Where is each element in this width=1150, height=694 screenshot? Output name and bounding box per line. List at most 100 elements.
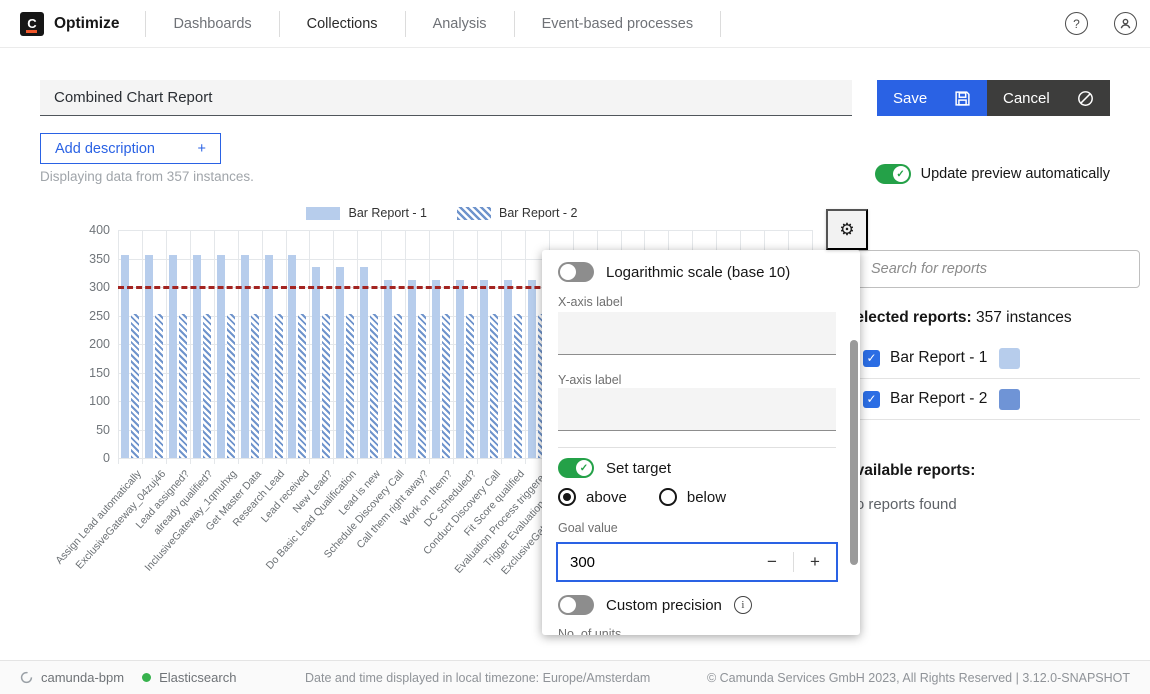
nav-item-analysis[interactable]: Analysis	[406, 1, 514, 47]
goal-increment-button[interactable]: +	[794, 544, 836, 580]
optimize-logo-icon: C	[20, 12, 44, 36]
cancel-ban-icon	[1077, 90, 1094, 107]
add-description-label: Add description	[55, 141, 155, 157]
y-axis-label-input[interactable]	[558, 388, 836, 431]
bar-series-1	[384, 280, 392, 458]
bar-series-1	[480, 280, 488, 458]
gridline	[333, 230, 334, 464]
gridline	[286, 230, 287, 464]
search-reports-input[interactable]	[856, 250, 1140, 288]
gridline	[381, 230, 382, 464]
report-row-bar-report-2: ✓ Bar Report - 2	[845, 379, 1140, 420]
footer: camunda-bpm Elasticsearch Date and time …	[0, 660, 1150, 694]
chart-config-popup: Logarithmic scale (base 10) X-axis label…	[542, 250, 860, 635]
gridline	[118, 230, 812, 231]
nav-separator	[720, 11, 721, 37]
goal-value-field: − +	[556, 542, 838, 582]
log-scale-label: Logarithmic scale (base 10)	[606, 264, 790, 281]
nav-item-event-based-processes[interactable]: Event-based processes	[515, 1, 721, 47]
y-tick-label: 300	[70, 280, 110, 294]
legend-item-bar-report-1[interactable]: Bar Report - 1	[306, 206, 427, 220]
gridline	[118, 230, 119, 464]
report-1-color-swatch[interactable]	[999, 348, 1020, 369]
chart-settings-gear-button[interactable]: ⚙	[826, 209, 868, 250]
legend-item-bar-report-2[interactable]: Bar Report - 2	[457, 206, 578, 220]
selected-reports-heading: Selected reports: 357 instances	[845, 309, 1072, 327]
selected-reports-title: Selected reports:	[845, 309, 972, 326]
goal-value-input[interactable]	[558, 544, 751, 580]
gridline	[166, 230, 167, 464]
bar-series-1	[504, 280, 512, 458]
brand-title: Optimize	[54, 15, 119, 33]
timezone-note: Date and time displayed in local timezon…	[305, 661, 650, 694]
cancel-label: Cancel	[1003, 90, 1050, 107]
cancel-button[interactable]: Cancel	[987, 80, 1110, 116]
y-tick-label: 100	[70, 394, 110, 408]
legend-swatch-1	[306, 207, 340, 220]
bar-series-2	[466, 314, 474, 458]
bar-series-2	[418, 314, 426, 458]
goal-decrement-button[interactable]: −	[751, 544, 793, 580]
report-2-checkbox[interactable]: ✓	[863, 391, 880, 408]
gridline	[238, 230, 239, 464]
y-tick-label: 0	[70, 451, 110, 465]
selected-reports-count: 357 instances	[976, 309, 1072, 326]
help-icon[interactable]: ?	[1065, 12, 1088, 35]
add-description-button[interactable]: Add description +	[40, 133, 221, 164]
bar-series-2	[322, 314, 330, 458]
bar-series-1	[312, 267, 320, 458]
gridline	[525, 230, 526, 464]
nav-item-collections[interactable]: Collections	[280, 1, 405, 47]
bar-series-2	[346, 314, 354, 458]
save-button[interactable]: Save	[877, 80, 987, 116]
y-tick-label: 200	[70, 337, 110, 351]
bar-series-2	[370, 314, 378, 458]
radio-above[interactable]	[558, 488, 576, 506]
set-target-toggle[interactable]: ✓	[558, 458, 594, 478]
top-nav-bar: C Optimize Dashboards Collections Analys…	[0, 0, 1150, 48]
units-caption: No. of units	[558, 627, 621, 635]
user-glyph	[1119, 17, 1132, 30]
save-floppy-icon	[954, 90, 971, 107]
gridline	[453, 230, 454, 464]
goal-value-caption: Goal value	[558, 521, 618, 535]
gear-icon: ⚙	[839, 220, 854, 240]
x-axis-label-input[interactable]	[558, 312, 836, 355]
bar-series-2	[131, 314, 139, 458]
gridline	[357, 230, 358, 464]
available-reports-heading: Available reports:	[845, 462, 975, 480]
update-preview-toggle[interactable]: ✓	[875, 164, 911, 184]
bar-series-2	[394, 314, 402, 458]
report-2-color-swatch[interactable]	[999, 389, 1020, 410]
y-tick-label: 150	[70, 366, 110, 380]
report-1-checkbox[interactable]: ✓	[863, 350, 880, 367]
report-row-bar-report-1: ✓ Bar Report - 1	[845, 338, 1140, 379]
popup-scrollbar-thumb[interactable]	[850, 340, 858, 565]
bar-series-2	[251, 314, 259, 458]
gridline	[405, 230, 406, 464]
main-nav: Dashboards Collections Analysis Event-ba…	[145, 0, 721, 47]
legend-swatch-2	[457, 207, 491, 220]
bar-series-2	[298, 314, 306, 458]
copyright-note: © Camunda Services GmbH 2023, All Rights…	[707, 661, 1130, 694]
chart-legend: Bar Report - 1 Bar Report - 2	[70, 206, 814, 220]
y-tick-label: 350	[70, 252, 110, 266]
gridline	[214, 230, 215, 464]
user-icon[interactable]	[1114, 12, 1137, 35]
log-scale-toggle[interactable]	[558, 262, 594, 282]
custom-precision-label: Custom precision	[606, 597, 722, 614]
nav-item-dashboards[interactable]: Dashboards	[146, 1, 278, 47]
info-icon[interactable]: i	[734, 596, 752, 614]
gridline	[477, 230, 478, 464]
plus-icon: +	[198, 141, 206, 157]
custom-precision-toggle[interactable]	[558, 595, 594, 615]
status-dot-icon	[142, 673, 151, 682]
gridline	[262, 230, 263, 464]
bar-series-2	[514, 314, 522, 458]
bar-series-2	[179, 314, 187, 458]
y-tick-label: 250	[70, 309, 110, 323]
report-title-input[interactable]	[40, 80, 852, 116]
radio-below[interactable]	[659, 488, 677, 506]
available-reports-empty: No reports found	[845, 496, 957, 513]
bar-series-2	[490, 314, 498, 458]
